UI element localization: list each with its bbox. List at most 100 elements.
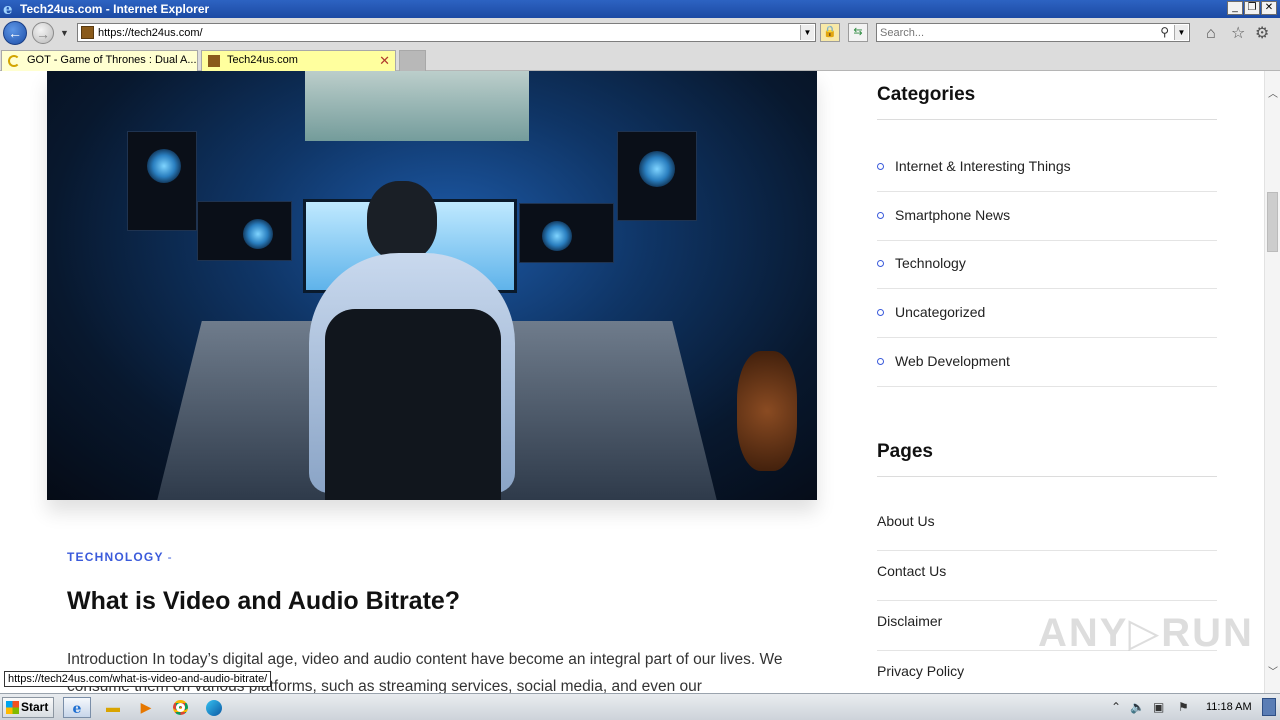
scroll-up-icon[interactable]: ︿: [1268, 85, 1278, 100]
vertical-scrollbar[interactable]: ︿ ﹀: [1264, 71, 1280, 693]
categories-heading: Categories: [877, 84, 976, 105]
address-url[interactable]: https://tech24us.com/: [98, 26, 203, 40]
anyrun-watermark: ANY▷RUN: [1038, 611, 1254, 655]
start-label[interactable]: Start: [21, 698, 48, 717]
category-item[interactable]: Web Development: [877, 338, 1217, 387]
category-label[interactable]: TECHNOLOGY: [67, 550, 164, 564]
speaker-cone-graphic: [147, 149, 181, 183]
security-lock-button[interactable]: 🔒: [820, 23, 840, 42]
favorites-star-icon[interactable]: ☆: [1231, 25, 1245, 43]
scroll-down-icon[interactable]: ﹀: [1268, 663, 1278, 678]
refresh-icon: ⇆: [853, 26, 863, 38]
history-dropdown[interactable]: ▼: [60, 28, 69, 38]
taskbar-media-player[interactable]: ▶: [132, 697, 160, 718]
lock-icon: 🔒: [823, 26, 837, 38]
tray-expand-icon[interactable]: ⌃: [1111, 700, 1121, 714]
loading-icon: [8, 55, 20, 67]
taskbar-chrome[interactable]: [166, 697, 194, 718]
search-dropdown-icon[interactable]: ▼: [1174, 25, 1188, 40]
show-desktop-button[interactable]: [1262, 698, 1276, 716]
category-item[interactable]: Uncategorized: [877, 289, 1217, 338]
page-link[interactable]: Privacy Policy: [877, 663, 964, 679]
speaker-cone-graphic: [542, 221, 572, 251]
chair-graphic: [325, 309, 501, 500]
media-player-icon: ▶: [140, 699, 152, 715]
taskbar-file-explorer[interactable]: ▬: [99, 697, 127, 718]
new-tab-button[interactable]: [399, 50, 426, 71]
back-arrow-icon: ←: [8, 25, 22, 41]
tab-got[interactable]: GOT - Game of Thrones : Dual A...: [1, 50, 198, 71]
divider: [877, 119, 1217, 120]
close-button[interactable]: ✕: [1261, 1, 1277, 15]
refresh-button[interactable]: ⇆: [848, 23, 868, 42]
minimize-button[interactable]: _: [1227, 1, 1243, 15]
address-bar[interactable]: https://tech24us.com/ ▼: [77, 23, 816, 42]
chrome-icon: [172, 700, 188, 715]
site-favicon-icon: [81, 26, 94, 39]
window-title: Tech24us.com - Internet Explorer: [20, 2, 210, 16]
site-favicon-icon: [208, 55, 220, 67]
forward-arrow-icon: →: [36, 26, 50, 42]
category-link[interactable]: Uncategorized: [895, 304, 985, 320]
internet-explorer-icon: e: [72, 701, 82, 717]
search-box[interactable]: ⚲ ▼: [876, 23, 1190, 42]
article-featured-image[interactable]: [47, 71, 817, 500]
tab-tech24us[interactable]: Tech24us.com ✕: [201, 50, 396, 71]
page-link[interactable]: Disclaimer: [877, 613, 942, 629]
speaker-cone-graphic: [639, 151, 675, 187]
status-url-tooltip: https://tech24us.com/what-is-video-and-a…: [4, 671, 272, 687]
close-tab-icon[interactable]: ✕: [379, 51, 390, 70]
category-link[interactable]: Web Development: [895, 353, 1010, 369]
circle-bullet-icon: [877, 309, 884, 316]
internet-explorer-icon: e: [3, 0, 13, 18]
category-link[interactable]: Internet & Interesting Things: [895, 158, 1071, 174]
edge-icon: [206, 700, 222, 716]
tab-label: GOT - Game of Thrones : Dual A...: [27, 54, 197, 66]
pages-heading: Pages: [877, 441, 933, 462]
address-dropdown-icon[interactable]: ▼: [800, 25, 814, 40]
back-button[interactable]: ←: [3, 21, 27, 45]
wall-screen-graphic: [305, 71, 529, 141]
guitar-graphic: [737, 351, 797, 471]
windows-logo-icon: [6, 701, 19, 714]
category-item[interactable]: Technology: [877, 240, 1217, 289]
scroll-thumb[interactable]: [1267, 192, 1278, 252]
taskbar: Start e ▬ ▶ ⌃ 🔈 ▣ ⚑ 11:18 AM: [0, 693, 1280, 720]
home-icon[interactable]: ⌂: [1206, 25, 1216, 43]
article-category[interactable]: TECHNOLOGY -: [67, 550, 173, 564]
category-link[interactable]: Technology: [895, 255, 966, 271]
circle-bullet-icon: [877, 163, 884, 170]
search-input[interactable]: [880, 25, 1150, 40]
network-icon[interactable]: ▣: [1153, 700, 1164, 714]
tab-label: Tech24us.com: [227, 54, 298, 66]
category-separator: -: [167, 550, 173, 564]
gear-icon[interactable]: ⚙: [1255, 25, 1269, 43]
category-link[interactable]: Smartphone News: [895, 207, 1010, 223]
search-icon[interactable]: ⚲: [1160, 25, 1169, 39]
category-item[interactable]: Smartphone News: [877, 192, 1217, 241]
volume-icon[interactable]: 🔈: [1130, 700, 1145, 714]
page-item[interactable]: Contact Us: [877, 551, 1217, 601]
title-bar: e Tech24us.com - Internet Explorer _ ❐ ✕: [0, 0, 1280, 18]
divider: [877, 476, 1217, 477]
circle-bullet-icon: [877, 212, 884, 219]
page-item[interactable]: Privacy Policy: [877, 651, 1217, 693]
circle-bullet-icon: [877, 358, 884, 365]
action-center-flag-icon[interactable]: ⚑: [1178, 700, 1189, 714]
article-title[interactable]: What is Video and Audio Bitrate?: [67, 587, 460, 616]
restore-button[interactable]: ❐: [1244, 1, 1260, 15]
forward-button[interactable]: →: [32, 22, 54, 44]
page-viewport: TECHNOLOGY - What is Video and Audio Bitr…: [0, 71, 1264, 693]
screen: e Tech24us.com - Internet Explorer _ ❐ ✕…: [0, 0, 1280, 720]
speaker-cone-graphic: [243, 219, 273, 249]
page-link[interactable]: Contact Us: [877, 563, 946, 579]
page-item[interactable]: About Us: [877, 501, 1217, 551]
page-link[interactable]: About Us: [877, 513, 935, 529]
tab-bar: GOT - Game of Thrones : Dual A... Tech24…: [0, 49, 1280, 71]
taskbar-internet-explorer[interactable]: e: [63, 697, 91, 718]
taskbar-clock[interactable]: 11:18 AM: [1206, 701, 1252, 713]
person-head-graphic: [367, 181, 437, 261]
category-item[interactable]: Internet & Interesting Things: [877, 143, 1217, 192]
taskbar-edge[interactable]: [200, 697, 228, 718]
start-button[interactable]: Start: [2, 697, 54, 718]
